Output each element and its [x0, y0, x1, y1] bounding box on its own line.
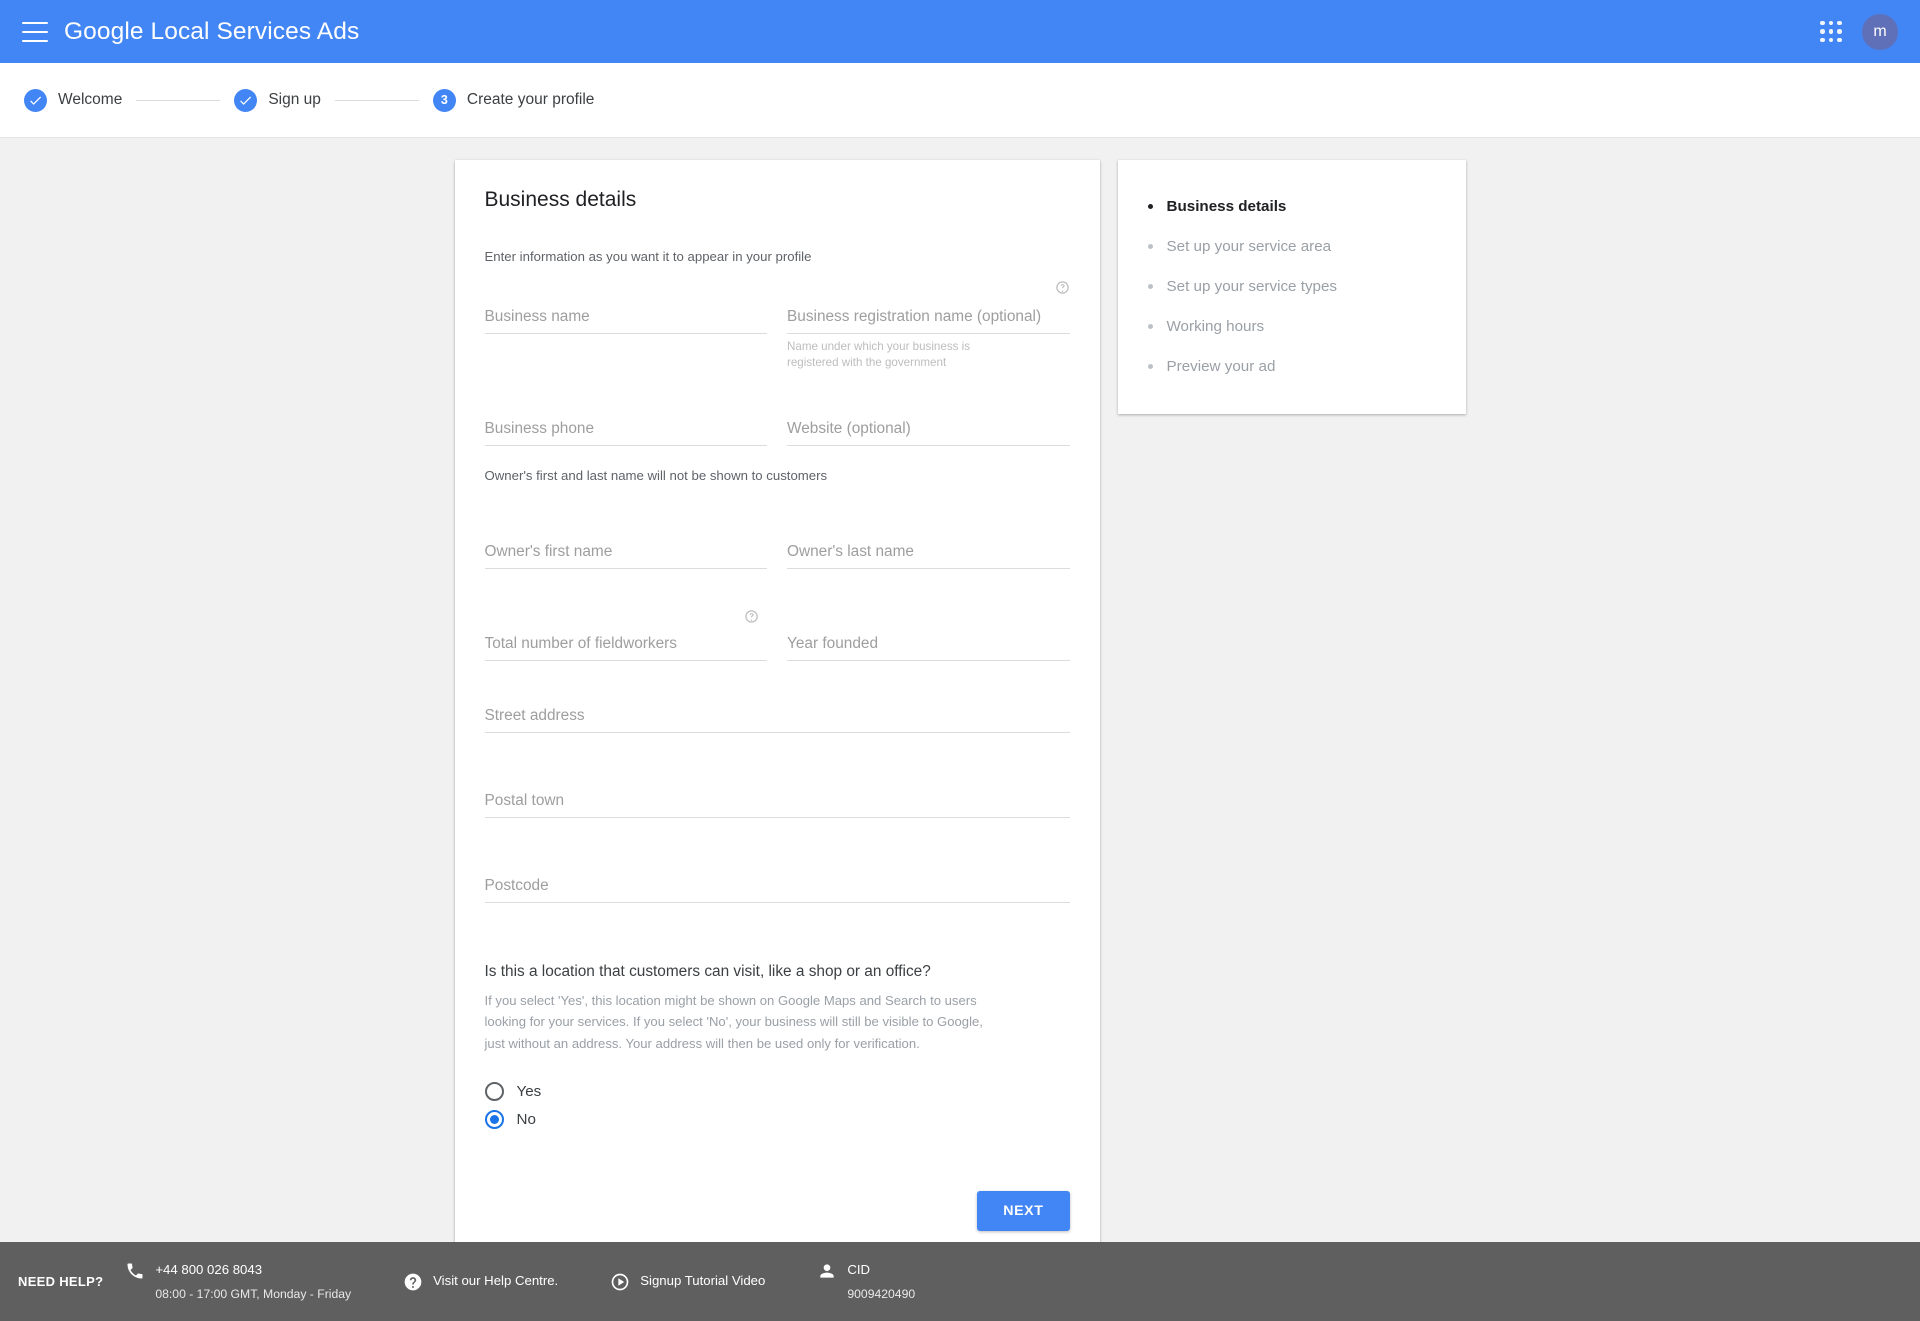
stepper-connector [136, 99, 221, 101]
postal-town-field [484, 788, 1070, 819]
field-row-owner [484, 523, 1070, 570]
business-registration-name-field: Name under which your business is regist… [787, 281, 1070, 370]
website-field [787, 400, 1070, 447]
apps-grid-icon[interactable] [1818, 19, 1844, 45]
profile-steps-panel: Business details Set up your service are… [1117, 160, 1466, 414]
bullet-icon [1147, 363, 1153, 369]
radio-circle-selected-icon [484, 1109, 504, 1129]
business-registration-name-helper: Name under which your business is regist… [787, 340, 971, 369]
question-title: Is this a location that customers can vi… [484, 963, 931, 981]
radio-option-no[interactable]: No [484, 1109, 1070, 1129]
postcode-input[interactable] [484, 873, 1070, 904]
footer-help-centre-link[interactable]: Visit our Help Centre. [403, 1271, 558, 1292]
field-row-contact [484, 400, 1070, 447]
profile-step-service-area[interactable]: Set up your service area [1147, 226, 1436, 266]
owner-first-name-field [484, 523, 767, 570]
card-subtitle: Enter information as you want it to appe… [484, 249, 812, 264]
street-address-field [484, 703, 1070, 734]
profile-step-label: Working hours [1166, 317, 1265, 335]
stepper-label-create-profile: Create your profile [466, 91, 595, 108]
business-registration-name-input[interactable] [787, 304, 1070, 334]
help-circle-filled-icon [403, 1272, 423, 1292]
profile-step-working-hours[interactable]: Working hours [1147, 306, 1436, 346]
page-title: Business details [484, 188, 637, 211]
stepper-step-welcome[interactable]: Welcome [24, 88, 123, 112]
footer-cid-block: CID 9009420490 [817, 1260, 915, 1302]
postal-town-input[interactable] [484, 788, 1070, 819]
fieldworkers-field [484, 610, 767, 662]
content-layout: Business details Enter information as yo… [0, 160, 1920, 1265]
footer-cid-label: CID [847, 1262, 871, 1278]
profile-step-business-details[interactable]: Business details [1147, 186, 1436, 226]
business-phone-field [484, 400, 767, 447]
profile-step-service-types[interactable]: Set up your service types [1147, 266, 1436, 306]
footer-phone-hours: 08:00 - 17:00 GMT, Monday - Friday [155, 1286, 352, 1301]
stepper-label-signup: Sign up [268, 91, 321, 108]
play-circle-icon [610, 1272, 630, 1292]
stepper-label-welcome: Welcome [58, 91, 123, 108]
radio-label-yes: Yes [516, 1082, 542, 1100]
footer-phone-number: +44 800 026 8043 [155, 1262, 263, 1278]
check-icon [24, 88, 47, 112]
progress-stepper: Welcome Sign up 3 Create your profile [0, 63, 1920, 138]
page-body: Business details Enter information as yo… [0, 138, 1920, 1321]
phone-icon [125, 1261, 145, 1281]
person-icon [817, 1261, 837, 1281]
check-icon [234, 88, 258, 112]
location-visit-radio-group: Yes No [484, 1081, 1070, 1129]
help-circle-icon[interactable] [744, 609, 759, 624]
location-visit-question: Is this a location that customers can vi… [484, 963, 1070, 1129]
owner-name-note: Owner's first and last name will not be … [484, 468, 828, 484]
next-button[interactable]: NEXT [977, 1190, 1070, 1231]
step-number-badge: 3 [432, 88, 456, 112]
app-title: Google Local Services Ads [64, 17, 360, 45]
header-actions: m [1818, 13, 1898, 50]
profile-steps-list: Business details Set up your service are… [1147, 186, 1436, 386]
business-phone-input[interactable] [484, 416, 767, 447]
owner-last-name-input[interactable] [787, 539, 1070, 570]
radio-circle-icon [484, 1081, 504, 1101]
website-input[interactable] [787, 416, 1070, 447]
address-block [484, 703, 1070, 904]
footer-phone-block: +44 800 026 8043 08:00 - 17:00 GMT, Mond… [125, 1260, 351, 1302]
year-founded-input[interactable] [787, 631, 1070, 662]
bullet-icon [1147, 283, 1153, 289]
owner-last-name-field [787, 523, 1070, 570]
hamburger-menu-icon[interactable] [22, 21, 48, 42]
radio-option-yes[interactable]: Yes [484, 1081, 1070, 1101]
help-circle-icon[interactable] [1055, 280, 1070, 295]
profile-step-preview-ad[interactable]: Preview your ad [1147, 346, 1436, 386]
business-details-card: Business details Enter information as yo… [454, 160, 1100, 1265]
footer-tutorial-video-label: Signup Tutorial Video [640, 1273, 766, 1288]
avatar[interactable]: m [1862, 13, 1898, 50]
business-name-field [484, 288, 767, 370]
form-actions: NEXT [485, 1190, 1070, 1231]
bullet-icon [1147, 203, 1153, 209]
stepper-step-signup[interactable]: Sign up [234, 88, 321, 112]
profile-step-label: Set up your service area [1166, 237, 1332, 255]
footer-help-centre-label: Visit our Help Centre. [433, 1273, 559, 1288]
profile-step-label: Business details [1166, 197, 1287, 215]
help-footer: NEED HELP? +44 800 026 8043 08:00 - 17:0… [0, 1242, 1920, 1321]
business-name-input[interactable] [484, 304, 767, 334]
footer-cid-value: 9009420490 [847, 1286, 916, 1301]
field-row-fieldworkers [484, 610, 1070, 662]
owner-first-name-input[interactable] [484, 539, 767, 570]
need-help-label: NEED HELP? [18, 1274, 104, 1289]
street-address-input[interactable] [484, 703, 1070, 734]
fieldworkers-input[interactable] [484, 631, 767, 662]
year-founded-field [787, 615, 1070, 662]
radio-label-no: No [516, 1110, 536, 1128]
stepper-connector [334, 99, 419, 101]
field-row-name: Name under which your business is regist… [484, 281, 1070, 370]
profile-step-label: Set up your service types [1166, 277, 1338, 295]
bullet-icon [1147, 323, 1153, 329]
question-description: If you select 'Yes', this location might… [484, 993, 983, 1051]
profile-step-label: Preview your ad [1166, 357, 1276, 375]
footer-tutorial-video-link[interactable]: Signup Tutorial Video [610, 1271, 765, 1292]
postcode-field [484, 873, 1070, 904]
stepper-step-create-profile[interactable]: 3 Create your profile [432, 88, 595, 112]
bullet-icon [1147, 243, 1153, 249]
app-header: Google Local Services Ads m [0, 0, 1920, 63]
